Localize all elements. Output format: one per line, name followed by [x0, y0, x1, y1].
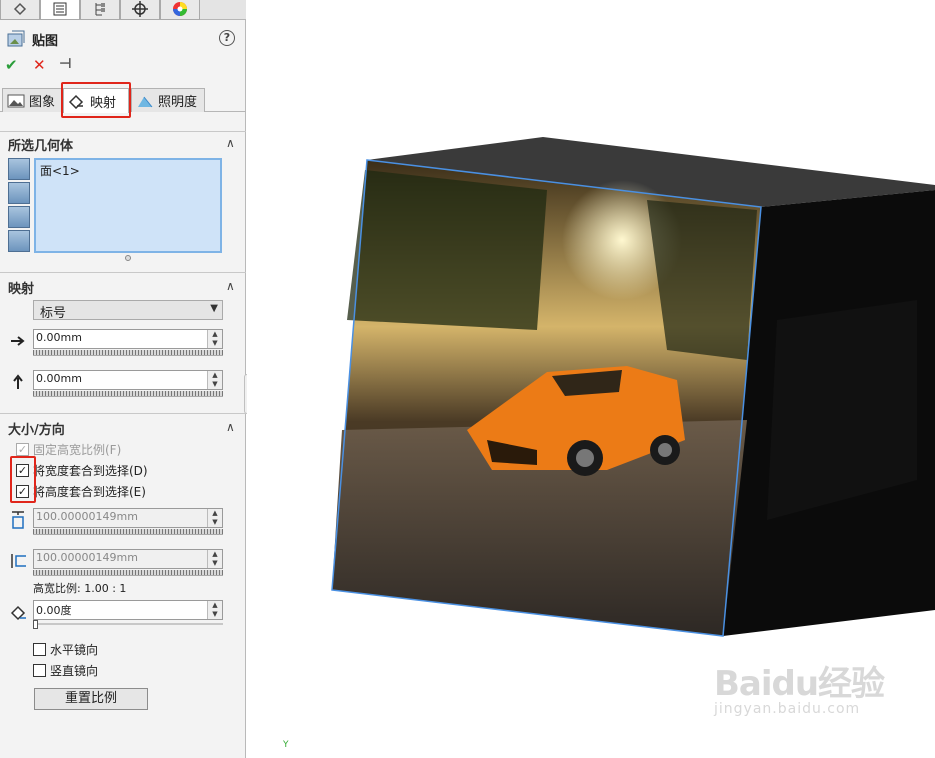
arrow-right-icon [10, 332, 26, 350]
filter-component-icon[interactable] [8, 230, 30, 252]
height-icon [10, 552, 26, 570]
selected-geometry-list[interactable]: 面<1> [34, 158, 222, 253]
tab-image[interactable]: 图象 [2, 88, 62, 112]
collapse-chevron-icon[interactable]: ∧ [226, 420, 235, 434]
aspect-ratio-text: 高宽比例: 1.00 : 1 [33, 582, 127, 595]
reset-scale-button[interactable]: 重置比例 [34, 688, 148, 710]
crosshair-icon [132, 0, 148, 17]
rotation-spinner[interactable]: ▲ ▼ [207, 601, 222, 619]
filter-body-icon[interactable] [8, 206, 30, 228]
fixed-ratio-checkbox[interactable]: ✓ [16, 442, 29, 456]
rotation-icon [10, 603, 26, 621]
vertical-position-row: 0.00mm ▲ ▼ [0, 370, 246, 400]
rotation-slider-track[interactable] [33, 623, 223, 625]
ok-check-icon[interactable]: ✔ [5, 56, 18, 74]
fit-width-label: 将宽度套合到选择(D) [33, 463, 148, 478]
chevron-down-icon: ▼ [210, 303, 218, 314]
mapping-type-select[interactable]: 标号 ▼ [33, 300, 223, 321]
tab-illumination-label: 照明度 [158, 95, 198, 110]
tab-mapping[interactable]: 映射 [63, 88, 129, 113]
width-input[interactable]: 100.00000149mm [33, 508, 223, 528]
tab-feature-manager[interactable] [0, 0, 40, 20]
decal-subtabs: 图象 映射 照明度 [0, 86, 246, 113]
decal-icon [7, 30, 25, 47]
image-icon [7, 94, 25, 107]
fixed-ratio-label: 固定高宽比例(F) [33, 442, 122, 457]
mapping-section-title: 映射 [8, 282, 35, 297]
rotation-row: 0.00度 ▲ ▼ [0, 600, 246, 630]
pushpin-icon[interactable]: ⊣ [59, 56, 72, 72]
horizontal-spinner[interactable]: ▲ ▼ [207, 330, 222, 348]
width-spinner[interactable]: ▲ ▼ [207, 509, 222, 527]
mirror-horizontal-checkbox[interactable] [33, 642, 46, 656]
width-thumbwheel[interactable] [33, 529, 223, 535]
color-wheel-icon [173, 1, 187, 16]
mirror-vertical-label: 竖直镜向 [50, 663, 99, 678]
vertical-spinner[interactable]: ▲ ▼ [207, 371, 222, 389]
feature-tree-icon [13, 2, 27, 15]
watermark: Baidu经验 jingyan.baidu.com [714, 656, 914, 717]
height-input[interactable]: 100.00000149mm [33, 549, 223, 569]
fixed-ratio-option[interactable]: ✓ 固定高宽比例(F) [16, 440, 121, 458]
fit-width-checkbox[interactable]: ✓ [16, 463, 29, 477]
box-model-render [331, 137, 935, 637]
graphics-viewport[interactable]: Baidu经验 jingyan.baidu.com Y [247, 0, 935, 758]
baidu-watermark-logo: Baidu经验 [714, 664, 885, 704]
fit-height-option[interactable]: ✓ 将高度套合到选择(E) [16, 482, 146, 500]
vertical-position-input[interactable]: 0.00mm [33, 370, 223, 390]
width-icon [10, 511, 26, 529]
collapse-chevron-icon[interactable]: ∧ [226, 279, 235, 293]
mapping-icon [68, 94, 84, 109]
tab-display-manager[interactable] [160, 0, 200, 20]
action-buttons: ✔ ✕ ⊣ [5, 56, 95, 74]
rotation-slider-thumb[interactable] [33, 620, 38, 629]
tab-illumination[interactable]: 照明度 [131, 88, 205, 112]
section-divider [0, 272, 246, 273]
decal-image [332, 160, 761, 636]
vertical-thumbwheel[interactable] [33, 391, 223, 397]
section-divider [0, 413, 246, 414]
illumination-icon [138, 96, 153, 107]
cancel-x-icon[interactable]: ✕ [33, 56, 46, 74]
filter-face-icon[interactable] [8, 158, 30, 180]
tab-dimxpert-manager[interactable] [120, 0, 160, 20]
section-divider [0, 131, 246, 132]
mirror-vertical-option[interactable]: 竖直镜向 [33, 661, 98, 679]
configuration-icon [95, 2, 105, 15]
size-orientation-title: 大小/方向 [8, 423, 65, 438]
list-item[interactable]: 面<1> [40, 162, 216, 179]
height-thumbwheel[interactable] [33, 570, 223, 576]
mirror-horizontal-option[interactable]: 水平镜向 [33, 640, 98, 658]
manager-tabs [0, 0, 246, 20]
height-spinner[interactable]: ▲ ▼ [207, 550, 222, 568]
tab-configuration-manager[interactable] [80, 0, 120, 20]
property-manager-icon [53, 2, 67, 15]
help-icon[interactable]: ? [219, 30, 235, 46]
tab-mapping-label: 映射 [90, 95, 117, 111]
horizontal-position-input[interactable]: 0.00mm [33, 329, 223, 349]
mirror-vertical-checkbox[interactable] [33, 663, 46, 677]
fit-width-option[interactable]: ✓ 将宽度套合到选择(D) [16, 461, 148, 479]
pm-title: 贴图 [32, 34, 59, 49]
axis-triad-icon: Y [283, 740, 289, 750]
fit-height-checkbox[interactable]: ✓ [16, 484, 29, 498]
selected-geometry-title: 所选几何体 [8, 139, 74, 154]
selection-filter-icons [8, 158, 30, 254]
mapping-type-value: 标号 [40, 306, 67, 321]
height-row: 100.00000149mm ▲ ▼ [0, 549, 246, 579]
tab-property-manager[interactable] [40, 0, 80, 20]
arrow-up-icon [10, 373, 26, 391]
mirror-horizontal-label: 水平镜向 [50, 642, 99, 657]
collapse-chevron-icon[interactable]: ∧ [226, 136, 235, 150]
property-manager-panel: 贴图 ? ✔ ✕ ⊣ 图象 映射 照明度 所选几何体 ∧ 面<1> 映射 ∧ 标… [0, 0, 254, 758]
rotation-input[interactable]: 0.00度 [33, 600, 223, 620]
horizontal-thumbwheel[interactable] [33, 350, 223, 356]
tab-image-label: 图象 [29, 95, 56, 110]
pm-header: 贴图 ? [0, 24, 246, 52]
horizontal-position-row: 0.00mm ▲ ▼ [0, 329, 246, 359]
fit-height-label: 将高度套合到选择(E) [33, 484, 146, 499]
filter-surface-icon[interactable] [8, 182, 30, 204]
list-resize-handle[interactable] [125, 255, 131, 261]
width-row: 100.00000149mm ▲ ▼ [0, 508, 246, 538]
